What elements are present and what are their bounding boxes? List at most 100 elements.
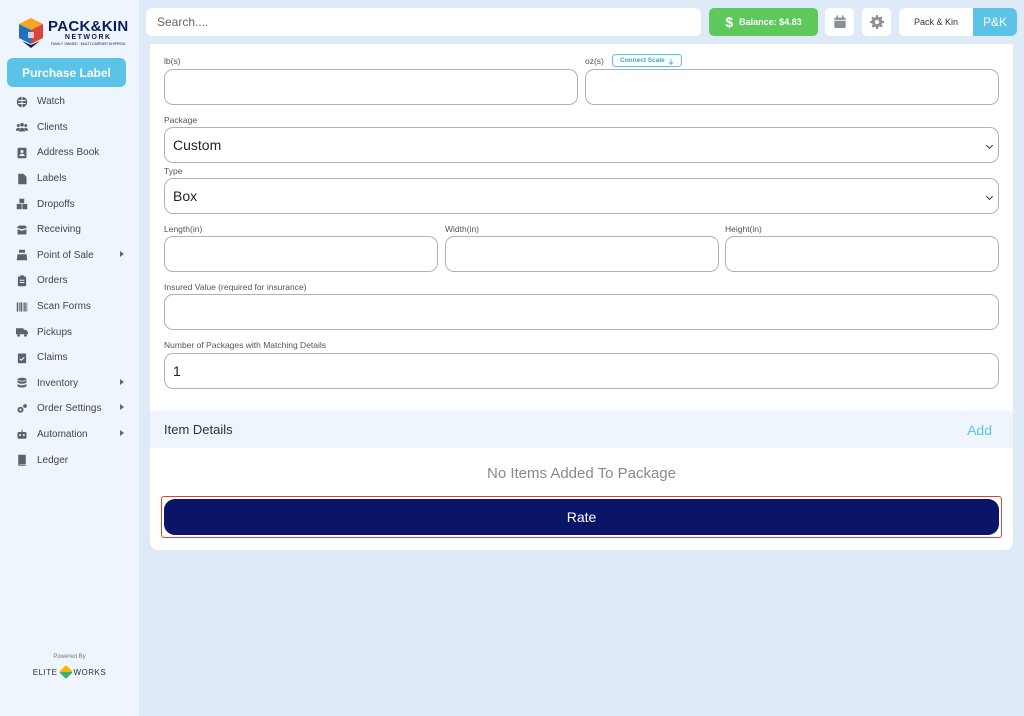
sidebar-item-label: Order Settings <box>37 403 102 415</box>
dollar-icon: $ <box>725 14 734 30</box>
height-input[interactable] <box>725 236 999 272</box>
width-input[interactable] <box>445 236 719 272</box>
brand-tagline: FAMILY OWNED · MULTI-CARRIER SHIPPING <box>50 42 126 46</box>
sidebar-item-receiving[interactable]: Receiving <box>0 217 139 243</box>
clipboard-check-icon <box>15 352 28 364</box>
sidebar: PACK&KIN NETWORK FAMILY OWNED · MULTI-CA… <box>0 0 139 716</box>
sidebar-item-label: Watch <box>37 96 65 108</box>
item-details-title: Item Details <box>164 422 233 437</box>
no-items-message: No Items Added To Package <box>486 465 676 482</box>
sidebar-item-address-book[interactable]: Address Book <box>0 140 139 166</box>
elite-right-text: WORKS <box>73 667 107 677</box>
purchase-label-button[interactable]: Purchase Label <box>7 58 126 87</box>
chevron-right-icon <box>120 404 124 411</box>
lbs-input[interactable] <box>164 69 578 105</box>
chevron-right-icon <box>120 429 124 436</box>
balance-button[interactable]: $ Balance: $4.83 <box>709 8 818 36</box>
powered-by-text: Powered By <box>53 654 86 660</box>
connect-scale-label: Connect Scale <box>620 57 665 64</box>
user-name: Pack & Kin <box>913 17 959 27</box>
sidebar-item-ledger[interactable]: Ledger <box>0 447 139 473</box>
lbs-label: lb(s) <box>164 56 181 66</box>
sidebar-item-watch[interactable]: Watch <box>0 89 139 115</box>
cogs-icon <box>15 403 28 415</box>
search-input[interactable]: Search.... <box>146 8 701 36</box>
add-item-button[interactable]: Add <box>967 422 992 438</box>
sidebar-item-labels[interactable]: Labels <box>0 166 139 192</box>
rate-button[interactable]: Rate <box>164 499 999 535</box>
num-packages-input[interactable]: 1 <box>164 353 999 389</box>
insured-value-label: Insured Value (required for insurance) <box>164 282 307 292</box>
gear-icon <box>869 15 884 29</box>
width-label: Width(in) <box>445 224 480 234</box>
boxes-icon <box>15 198 28 210</box>
item-details-header: Item Details Add <box>150 411 1013 448</box>
sidebar-item-order-settings[interactable]: Order Settings <box>0 396 139 422</box>
length-input[interactable] <box>164 236 438 272</box>
database-icon <box>15 377 28 389</box>
users-icon <box>15 121 28 133</box>
sidebar-item-label: Clients <box>37 121 68 133</box>
calendar-icon <box>833 15 846 29</box>
sidebar-item-point-of-sale[interactable]: Point of Sale <box>0 243 139 269</box>
box-open-icon <box>15 224 28 236</box>
address-book-icon <box>15 147 28 159</box>
sidebar-item-label: Dropoffs <box>37 198 75 210</box>
brand-sub: NETWORK <box>64 34 112 41</box>
type-select[interactable]: Box <box>164 178 999 214</box>
calendar-button[interactable] <box>825 8 854 36</box>
sidebar-item-label: Ledger <box>37 454 69 466</box>
connect-scale-button[interactable]: Connect Scale ⏚ <box>612 54 683 67</box>
book-icon <box>15 454 28 467</box>
num-packages-label: Number of Packages with Matching Details <box>164 340 327 350</box>
brand-name: PACK&KIN <box>48 18 129 35</box>
package-value: Custom <box>173 137 222 153</box>
elite-cube-icon <box>58 664 73 680</box>
elite-left-text: ELITE <box>32 667 58 677</box>
globe-icon <box>15 96 28 108</box>
user-menu[interactable]: Pack & Kin P&K <box>899 8 1017 36</box>
logo-cube-icon <box>18 17 44 49</box>
sidebar-item-label: Address Book <box>37 147 100 159</box>
sidebar-item-label: Scan Forms <box>37 301 91 313</box>
sidebar-item-orders[interactable]: Orders <box>0 268 139 294</box>
sidebar-item-clients[interactable]: Clients <box>0 115 139 141</box>
robot-icon <box>15 429 28 441</box>
balance-label: Balance: $4.83 <box>739 17 802 27</box>
sidebar-item-label: Orders <box>37 275 68 287</box>
sidebar-item-automation[interactable]: Automation <box>0 422 139 448</box>
sidebar-item-pickups[interactable]: Pickups <box>0 319 139 345</box>
insured-value-input[interactable] <box>164 294 999 330</box>
sidebar-item-dropoffs[interactable]: Dropoffs <box>0 191 139 217</box>
oz-label: oz(s) <box>585 56 604 66</box>
sidebar-item-label: Pickups <box>37 326 73 338</box>
brand-logo[interactable]: PACK&KIN NETWORK FAMILY OWNED · MULTI-CA… <box>18 14 128 52</box>
sidebar-item-claims[interactable]: Claims <box>0 345 139 371</box>
chevron-right-icon <box>120 378 124 385</box>
rate-button-focus-outline: Rate <box>161 496 1002 538</box>
sidebar-item-label: Receiving <box>37 224 81 236</box>
elite-works-logo[interactable]: ELITE WORKS <box>0 664 139 680</box>
type-value: Box <box>173 188 198 204</box>
type-label: Type <box>164 166 183 176</box>
sidebar-item-label: Automation <box>37 429 88 441</box>
truck-icon <box>15 326 28 338</box>
package-form-panel: lb(s) oz(s) Connect Scale ⏚ Package Cust… <box>150 44 1013 550</box>
file-icon <box>15 173 28 185</box>
settings-button[interactable] <box>862 8 891 36</box>
sidebar-item-label: Claims <box>37 352 68 364</box>
plug-icon: ⏚ <box>667 58 675 66</box>
sidebar-item-scan-forms[interactable]: Scan Forms <box>0 294 139 320</box>
package-select[interactable]: Custom <box>164 127 999 163</box>
sidebar-nav: Watch Clients Address Book Labels Dropof… <box>0 89 139 473</box>
sidebar-item-inventory[interactable]: Inventory <box>0 371 139 397</box>
sidebar-item-label: Inventory <box>37 377 79 389</box>
height-label: Height(in) <box>725 224 762 234</box>
package-label: Package <box>164 115 198 125</box>
sidebar-item-label: Point of Sale <box>37 249 94 261</box>
barcode-icon <box>15 301 28 313</box>
clipboard-icon <box>15 275 28 287</box>
oz-input[interactable] <box>585 69 999 105</box>
length-label: Length(in) <box>164 224 203 234</box>
cash-register-icon <box>15 249 28 261</box>
